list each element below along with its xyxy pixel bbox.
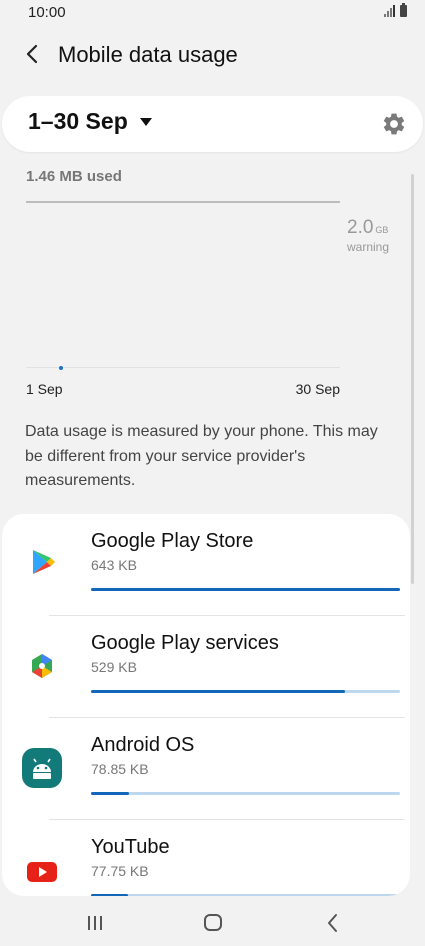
warning-limit-line bbox=[26, 201, 340, 203]
usage-bar bbox=[91, 894, 400, 896]
app-size: 78.85 KB bbox=[91, 761, 149, 777]
usage-bar-fill bbox=[91, 588, 400, 591]
app-name: Google Play Store bbox=[91, 530, 254, 552]
x-axis-start-label: 1 Sep bbox=[26, 381, 63, 397]
list-item[interactable]: Google Play Store 643 KB bbox=[2, 514, 410, 616]
dropdown-arrow-icon bbox=[139, 117, 152, 126]
period-dropdown[interactable]: 1–30 Sep bbox=[28, 108, 152, 135]
warning-unit: GB bbox=[375, 225, 389, 235]
list-item[interactable]: Google Play services 529 KB bbox=[2, 616, 410, 718]
gear-icon bbox=[383, 113, 405, 135]
data-used-label: 1.46 MB used bbox=[26, 168, 122, 185]
navigation-bar bbox=[0, 900, 425, 946]
app-size: 529 KB bbox=[91, 659, 137, 675]
recent-apps-button[interactable] bbox=[80, 910, 110, 936]
list-item[interactable]: YouTube 77.75 KB bbox=[2, 820, 410, 896]
usage-bar bbox=[91, 690, 400, 693]
usage-bar-fill bbox=[91, 690, 346, 693]
youtube-icon bbox=[22, 852, 62, 892]
status-icons bbox=[384, 3, 407, 17]
battery-icon bbox=[400, 3, 407, 17]
back-nav-button[interactable] bbox=[318, 910, 348, 936]
status-bar: 10:00 bbox=[0, 0, 425, 28]
warning-label: warning bbox=[347, 240, 390, 254]
app-size: 77.75 KB bbox=[91, 863, 149, 879]
list-item[interactable]: Android OS 78.85 KB bbox=[2, 718, 410, 820]
google-play-services-icon bbox=[22, 646, 62, 686]
app-size: 643 KB bbox=[91, 557, 137, 573]
google-play-store-icon bbox=[22, 542, 62, 582]
app-usage-list: Google Play Store 643 KB Google Play ser… bbox=[2, 514, 410, 896]
scrollbar[interactable] bbox=[411, 174, 414, 584]
app-name: Google Play services bbox=[91, 632, 279, 654]
usage-bar bbox=[91, 792, 400, 795]
chart-baseline bbox=[26, 367, 340, 368]
usage-chart: 2.0 GB warning 1 Sep 30 Sep bbox=[26, 200, 401, 405]
page-title: Mobile data usage bbox=[58, 42, 238, 67]
warning-value: 2.0 GB bbox=[347, 217, 388, 239]
back-button[interactable] bbox=[20, 40, 48, 68]
usage-bar bbox=[91, 588, 400, 591]
recent-apps-icon bbox=[88, 916, 102, 930]
usage-line-marker bbox=[59, 366, 63, 370]
period-card: 1–30 Sep bbox=[2, 96, 423, 152]
home-button[interactable] bbox=[198, 910, 228, 936]
usage-bar-fill bbox=[91, 894, 129, 896]
status-time: 10:00 bbox=[28, 4, 66, 21]
period-label: 1–30 Sep bbox=[28, 108, 128, 134]
app-bar: Mobile data usage bbox=[0, 30, 425, 80]
settings-button[interactable] bbox=[381, 111, 407, 137]
back-nav-icon bbox=[328, 914, 337, 932]
app-name: Android OS bbox=[91, 734, 195, 756]
back-arrow-icon bbox=[26, 44, 38, 64]
home-icon bbox=[204, 914, 222, 931]
signal-icon bbox=[384, 5, 395, 17]
usage-disclaimer: Data usage is measured by your phone. Th… bbox=[25, 423, 378, 489]
warning-number: 2.0 bbox=[347, 217, 374, 238]
app-name: YouTube bbox=[91, 836, 170, 858]
usage-bar-fill bbox=[91, 792, 129, 795]
x-axis-end-label: 30 Sep bbox=[295, 381, 340, 397]
android-os-icon bbox=[22, 748, 62, 788]
